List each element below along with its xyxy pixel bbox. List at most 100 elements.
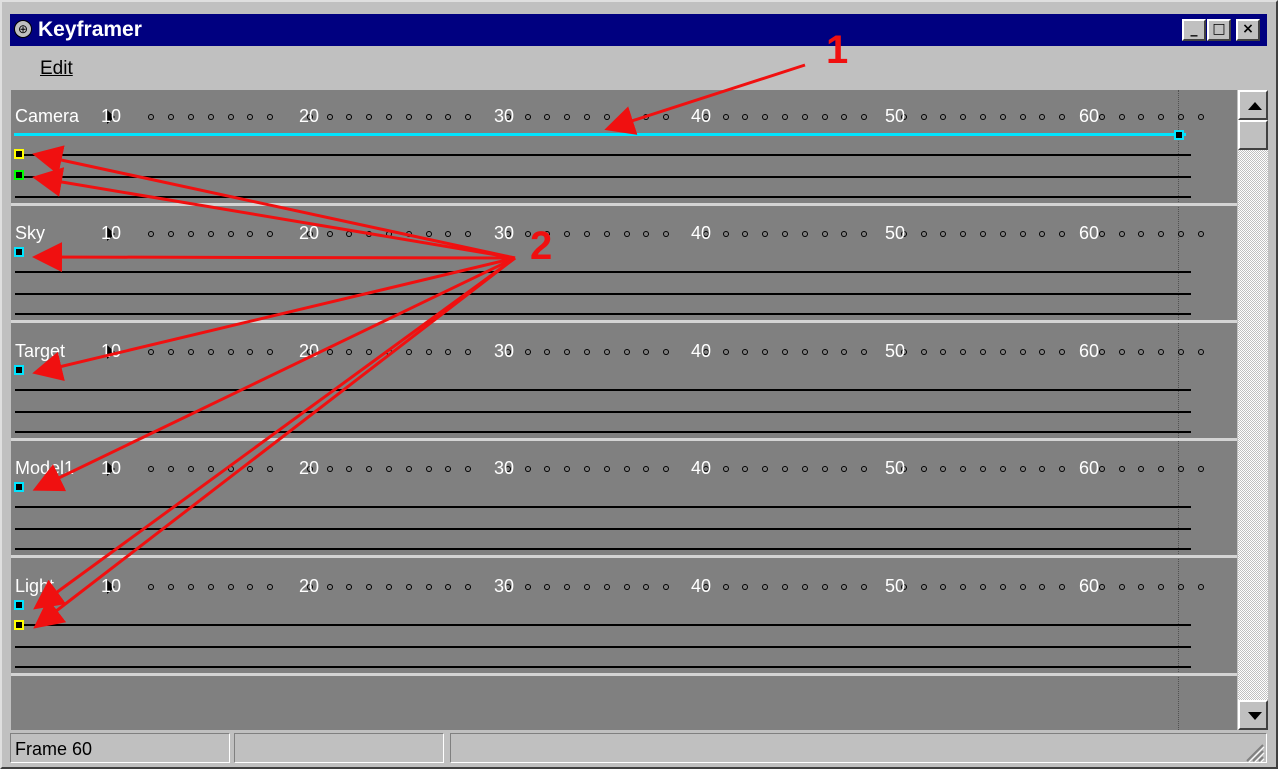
frame-dot [267,231,274,237]
frame-dot [801,114,808,120]
frame-dot [188,466,194,472]
track-separator [11,438,1237,441]
track-sky[interactable]: Sky 10 20 30 40 50 60 [11,207,1237,323]
frame-ruler[interactable]: 10 20 30 40 50 60 [101,341,1237,363]
keyframe-cyan[interactable] [14,482,24,492]
key-row-line [15,624,1191,626]
frame-dot [1019,466,1026,472]
frame-dot [445,466,452,472]
frame-number: 10 [101,341,122,361]
frame-dot [920,231,927,237]
frame-dot [445,114,452,120]
track-label: Target [15,341,66,361]
keyframe-cyan[interactable] [14,600,24,610]
frame-dot [386,584,392,590]
frame-ruler[interactable]: 10 20 30 40 50 60 [101,576,1237,598]
frame-dot [465,114,472,120]
frame-number: 40 [691,106,712,126]
frame-ruler[interactable]: 10 20 30 40 50 60 [101,106,1237,128]
frame-dot [1197,231,1204,237]
frame-dot [386,231,392,237]
frame-dot [465,584,472,590]
frame-dot [524,114,531,120]
frame-dot [1158,466,1165,472]
selected-range-line[interactable] [14,133,1186,136]
keyframe-yellow[interactable] [14,620,24,630]
frame-dot [1158,114,1165,120]
close-button[interactable]: × [1236,19,1260,41]
frame-dot [346,114,353,120]
annotation-label-1: 1 [826,28,849,72]
keyframe-timeline[interactable]: Camera 10 20 30 40 50 60 Sky 10 20 30 40 50 60 Target 1… [11,90,1237,730]
frame-dot [801,466,808,472]
keyframe-green[interactable] [14,170,24,180]
frame-dot [465,231,472,237]
frame-dot [207,584,214,590]
track-target[interactable]: Target 10 20 30 40 50 60 [11,325,1237,441]
frame-dot [980,349,986,355]
frame-dot [841,584,848,590]
frame-dot [1197,349,1204,355]
frame-dot [1059,466,1066,472]
frame-dot [1098,349,1105,355]
keyframe-end[interactable] [1174,130,1184,140]
frame-dot [722,231,729,237]
key-row-line [15,431,1191,433]
title-bar[interactable]: ⊕ Keyframer _ □ × [10,14,1267,46]
track-model1[interactable]: Model1 10 20 30 40 50 60 [11,442,1237,558]
frame-ruler[interactable]: 10 20 30 40 50 60 [101,458,1237,480]
frame-number: 30 [494,458,515,478]
frame-dot [623,466,630,472]
resize-grip-icon[interactable] [1243,741,1265,763]
frame-dot [742,584,749,590]
frame-dot [1039,114,1046,120]
keyframe-yellow[interactable] [14,149,24,159]
frame-dot [564,231,571,237]
frame-number: 30 [494,341,515,361]
frame-dot [999,466,1006,472]
minimize-button[interactable]: _ [1182,19,1206,41]
frame-dot [742,466,749,472]
frame-dot [168,231,175,237]
frame-number: 10 [101,223,122,243]
frame-number: 20 [299,341,320,361]
frame-dot [1059,349,1066,355]
scroll-up-button[interactable] [1238,90,1268,120]
app-icon[interactable]: ⊕ [14,20,32,38]
menu-edit[interactable]: Edit [40,58,73,80]
frame-dot [1039,349,1046,355]
frame-dot [1138,466,1145,472]
frame-dot [1197,466,1204,472]
scroll-down-button[interactable] [1238,700,1268,730]
frame-dot [801,349,808,355]
frame-number: 20 [299,576,320,596]
frame-dot [247,231,254,237]
frame-dot [584,349,590,355]
frame-number: 50 [885,341,906,361]
vertical-scrollbar[interactable] [1238,90,1268,730]
maximize-button[interactable]: □ [1207,19,1231,41]
frame-dot [1138,114,1145,120]
track-light[interactable]: Light 10 20 30 40 50 60 [11,560,1237,676]
keyframe-cyan[interactable] [14,365,24,375]
status-pane-3 [450,733,1267,763]
frame-dot [722,466,729,472]
frame-dot [168,114,175,120]
frame-dot [366,584,373,590]
frame-dot [1019,231,1026,237]
frame-dot [1098,466,1105,472]
frame-dot [1158,584,1165,590]
scroll-thumb[interactable] [1238,120,1268,150]
frame-number: 20 [299,458,320,478]
frame-ruler[interactable]: 10 20 30 40 50 60 [101,223,1237,245]
frame-dot [544,466,551,472]
track-camera[interactable]: Camera 10 20 30 40 50 60 [11,90,1237,206]
frame-dot [267,466,274,472]
frame-dot [544,349,551,355]
frame-dot [861,231,868,237]
frame-dot [603,466,610,472]
frame-dot [227,349,234,355]
window-title: Keyframer [38,18,142,41]
track-label: Sky [15,223,46,243]
keyframe-cyan[interactable] [14,247,24,257]
